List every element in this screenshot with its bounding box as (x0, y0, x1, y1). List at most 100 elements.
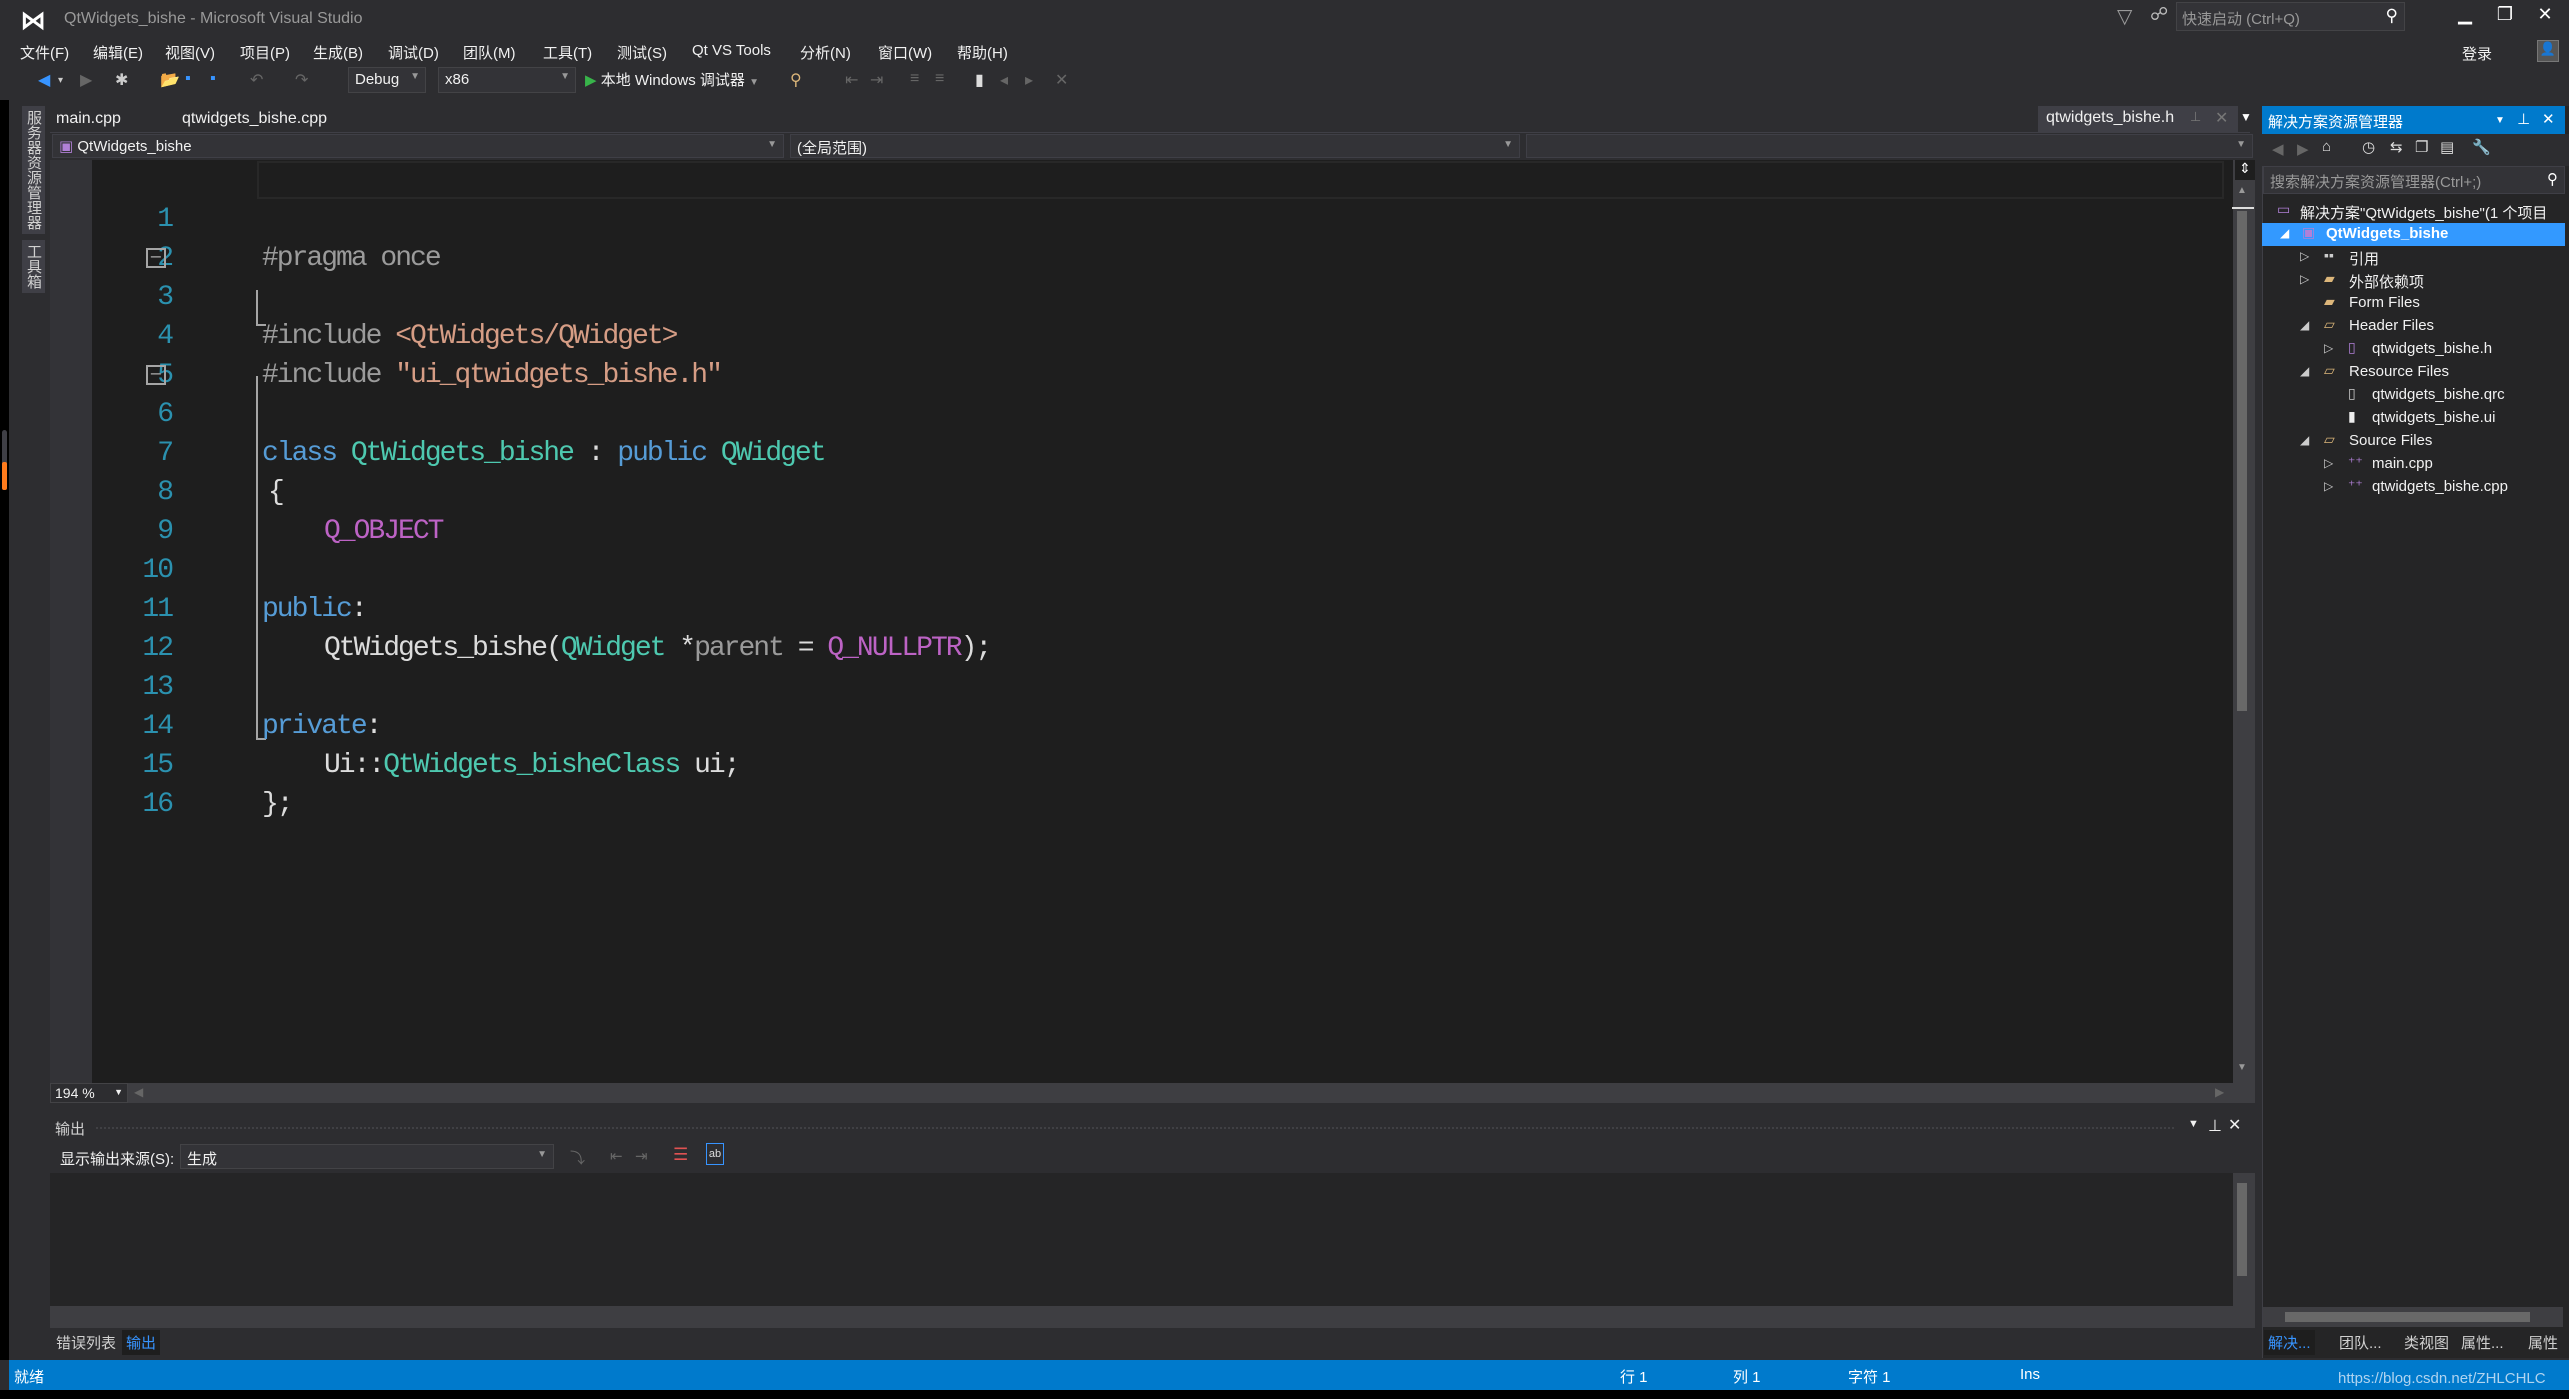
tab-qtwidgets-bishe-cpp[interactable]: qtwidgets_bishe.cpp (176, 108, 333, 132)
solution-platform-select[interactable]: x86 ▼ (438, 67, 576, 93)
tree-item-qtwidgets-cpp[interactable]: ▷ ⁺⁺ qtwidgets_bishe.cpp (2262, 476, 2565, 499)
tree-item-external-deps[interactable]: ▷ ▰ 外部依赖项 (2262, 269, 2565, 292)
tab-team-explorer[interactable]: 团队... (2335, 1330, 2386, 1355)
scroll-up-icon[interactable]: ▲ (2237, 185, 2247, 196)
home-icon[interactable]: ⌂ (2322, 138, 2331, 155)
tab-output[interactable]: 输出 (122, 1330, 161, 1355)
solution-explorer-scroll-thumb[interactable] (2285, 1312, 2530, 1322)
next-bookmark-icon[interactable]: ▸ (1025, 70, 1033, 90)
uncomment-icon[interactable]: ≡ (935, 70, 944, 88)
tab-main-cpp[interactable]: main.cpp (50, 108, 127, 132)
search-icon[interactable]: ⚲ (2386, 6, 2398, 26)
tree-item-project[interactable]: ◢ ▣ QtWidgets_bishe (2262, 223, 2565, 246)
collapse-all-icon[interactable]: ❐ (2415, 138, 2428, 156)
pin-icon[interactable]: ⊥ (2517, 110, 2530, 128)
bookmark-icon[interactable]: ▮ (975, 70, 984, 90)
new-project-icon[interactable]: ✱ (115, 70, 128, 90)
toolbox-tab[interactable]: 工具箱 (22, 240, 45, 293)
save-all-icon[interactable]: ▪ (210, 70, 216, 88)
prev-message-icon[interactable]: ⇤ (610, 1147, 623, 1165)
forward-icon[interactable]: ▶ (2297, 140, 2309, 158)
back-dropdown-icon[interactable]: ▾ (58, 75, 63, 86)
menu-file[interactable]: 文件(F) (20, 42, 69, 63)
solution-explorer-search-input[interactable]: 搜索解决方案资源管理器(Ctrl+;) ⚲ (2263, 166, 2565, 194)
tab-overflow-icon[interactable]: ▼ (2240, 110, 2252, 124)
tab-qtwidgets-bishe-h[interactable]: qtwidgets_bishe.h ⊥ ✕ (2038, 106, 2238, 132)
pin-tab-icon[interactable]: ⊥ (2190, 109, 2201, 125)
feedback-icon[interactable]: ☍ (2150, 4, 2168, 25)
next-message-icon[interactable]: ⇥ (635, 1147, 648, 1165)
solution-configuration-select[interactable]: Debug ▼ (348, 67, 426, 93)
tree-item-solution[interactable]: ▭ 解决方案"QtWidgets_bishe"(1 个项目 (2262, 200, 2565, 223)
prev-bookmark-icon[interactable]: ◂ (1000, 70, 1008, 90)
tree-item-resource-files[interactable]: ◢ ▱ Resource Files (2262, 361, 2565, 384)
tree-item-source-files[interactable]: ◢ ▱ Source Files (2262, 430, 2565, 453)
server-explorer-tab[interactable]: 服务器资源管理器 (22, 106, 45, 234)
restore-button[interactable]: ❐ (2490, 4, 2520, 25)
properties-wrench-icon[interactable]: 🔧 (2472, 138, 2491, 156)
zoom-level-select[interactable]: 194 % ▼ (50, 1083, 128, 1103)
menu-test[interactable]: 测试(S) (617, 42, 667, 63)
indent-icon[interactable]: ⇥ (870, 70, 883, 90)
quick-launch-input[interactable]: 快速启动 (Ctrl+Q) ⚲ (2176, 2, 2405, 31)
project-select[interactable]: ▣ QtWidgets_bishe ▼ (52, 134, 784, 158)
member-select[interactable]: ▼ (1526, 134, 2253, 158)
tree-item-main-cpp[interactable]: ▷ ⁺⁺ main.cpp (2262, 453, 2565, 476)
start-debugging-button[interactable]: ▶ 本地 Windows 调试器 ▼ (585, 69, 759, 90)
panel-menu-icon[interactable]: ▼ (2495, 115, 2505, 126)
scope-select[interactable]: (全局范围) ▼ (790, 134, 1520, 158)
word-wrap-toggle-icon[interactable]: ab (706, 1143, 724, 1165)
login-link[interactable]: 登录 (2462, 43, 2492, 64)
tab-class-view[interactable]: 类视图 (2400, 1330, 2453, 1355)
open-file-icon[interactable]: 📂 (160, 70, 180, 90)
output-source-select[interactable]: 生成 ▼ (180, 1144, 554, 1169)
menu-analyze[interactable]: 分析(N) (800, 42, 851, 63)
sync-icon[interactable]: ⇆ (2390, 138, 2403, 156)
find-message-icon[interactable]: ⤵ (570, 1147, 585, 1168)
search-icon[interactable]: ⚲ (2547, 170, 2558, 188)
editor-scroll-thumb[interactable] (2237, 211, 2247, 711)
tree-item-form-files[interactable]: ▰ Form Files (2262, 292, 2565, 315)
tab-error-list[interactable]: 错误列表 (52, 1330, 120, 1355)
menu-debug[interactable]: 调试(D) (388, 42, 439, 63)
menu-view[interactable]: 视图(V) (165, 42, 215, 63)
output-text-area[interactable] (50, 1173, 2233, 1306)
panel-menu-icon[interactable]: ▼ (2188, 1118, 2199, 1130)
tree-item-references[interactable]: ▷ ▪▪ 引用 (2262, 246, 2565, 269)
menu-help[interactable]: 帮助(H) (957, 42, 1008, 63)
find-in-files-icon[interactable]: ⚲ (790, 70, 802, 90)
scroll-left-icon[interactable]: ◀ (134, 1085, 143, 1099)
panel-drag-grip[interactable] (95, 1126, 2175, 1131)
show-all-files-icon[interactable]: ▤ (2440, 138, 2454, 156)
output-scroll-thumb[interactable] (2237, 1183, 2247, 1276)
navigate-back-icon[interactable]: ◀ (38, 70, 50, 90)
tab-properties[interactable]: 属性 (2524, 1330, 2562, 1355)
close-panel-icon[interactable]: ✕ (2228, 1115, 2241, 1135)
redo-icon[interactable]: ↷ (295, 70, 308, 90)
menu-qt-vs-tools[interactable]: Qt VS Tools (692, 42, 771, 59)
comment-icon[interactable]: ≡ (910, 70, 919, 88)
clear-all-icon[interactable]: ☰ (673, 1145, 688, 1165)
tab-solution-explorer[interactable]: 解决... (2264, 1330, 2315, 1355)
collapse-icon[interactable]: − (146, 248, 166, 268)
menu-team[interactable]: 团队(M) (463, 42, 516, 63)
tree-item-ui-file[interactable]: ▮ qtwidgets_bishe.ui (2262, 407, 2565, 430)
save-icon[interactable]: ▪ (185, 70, 191, 88)
pending-changes-filter-icon[interactable]: ◷ (2362, 138, 2375, 156)
tree-item-qrc-file[interactable]: ▯ qtwidgets_bishe.qrc (2262, 384, 2565, 407)
editor-horizontal-scrollbar[interactable] (50, 1083, 2255, 1103)
notification-filter-icon[interactable]: ▽ (2117, 4, 2132, 29)
menu-project[interactable]: 项目(P) (240, 42, 290, 63)
menu-build[interactable]: 生成(B) (313, 42, 363, 63)
tree-item-header-files[interactable]: ◢ ▱ Header Files (2262, 315, 2565, 338)
close-panel-icon[interactable]: ✕ (2542, 110, 2555, 128)
navigate-forward-icon[interactable]: ▶ (80, 70, 92, 90)
undo-icon[interactable]: ↶ (250, 70, 263, 90)
collapse-icon[interactable]: − (146, 365, 166, 385)
tree-item-header-file[interactable]: ▷ ▯ qtwidgets_bishe.h (2262, 338, 2565, 361)
menu-tools[interactable]: 工具(T) (543, 42, 592, 63)
tab-property-manager[interactable]: 属性... (2457, 1330, 2508, 1355)
back-icon[interactable]: ◀ (2272, 140, 2284, 158)
split-window-icon[interactable]: ⇕ (2235, 160, 2255, 180)
output-horizontal-scrollbar[interactable] (50, 1306, 2255, 1328)
